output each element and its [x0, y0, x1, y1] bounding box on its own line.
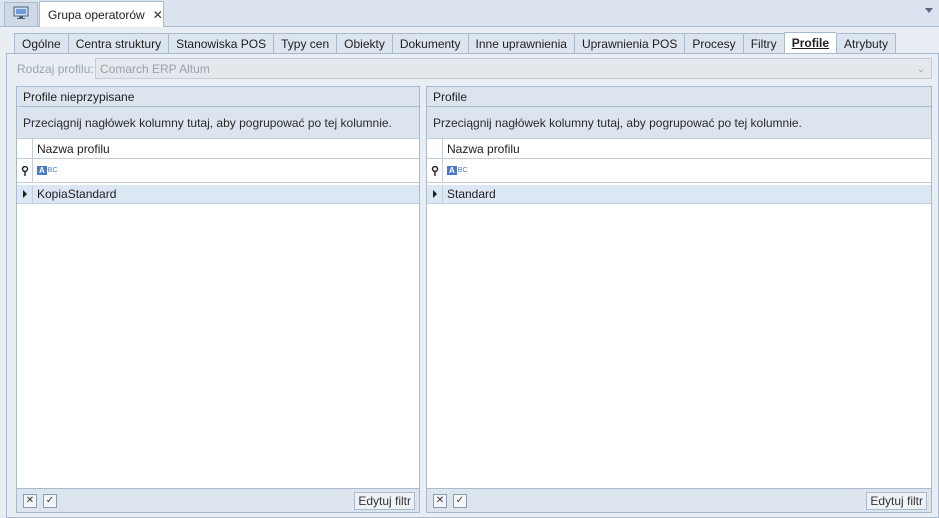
pin-icon	[427, 159, 443, 182]
column-header-row: Nazwa profilu	[427, 139, 931, 159]
table-row[interactable]: Standard	[427, 183, 931, 204]
tab-stanowiska-pos[interactable]: Stanowiska POS	[168, 33, 274, 54]
edit-filter-button[interactable]: Edytuj filtr	[354, 491, 415, 510]
tab-obiekty[interactable]: Obiekty	[336, 33, 392, 54]
tab-procesy[interactable]: Procesy	[684, 33, 743, 54]
main-panel: Ogólne Centra struktury Stanowiska POS T…	[6, 27, 939, 518]
tab-content-profile: Rodzaj profilu: Comarch ERP Altum ⌄ Prof…	[6, 53, 939, 518]
chevron-down-icon[interactable]	[925, 8, 933, 13]
row-indicator-header	[427, 139, 443, 158]
tab-bar: Ogólne Centra struktury Stanowiska POS T…	[14, 32, 897, 54]
chevron-down-icon: ⌄	[916, 64, 925, 75]
cell-nazwa-profilu: KopiaStandard	[37, 187, 117, 201]
doc-home-tab[interactable]	[4, 2, 38, 26]
clear-filter-button[interactable]: ✕	[23, 493, 37, 508]
pin-icon	[17, 159, 33, 182]
tab-dokumenty[interactable]: Dokumenty	[391, 33, 468, 54]
column-header-nazwa-profilu[interactable]: Nazwa profilu	[33, 142, 110, 156]
tab-uprawnienia-pos[interactable]: Uprawnienia POS	[573, 33, 685, 54]
group-header: Profile	[427, 87, 931, 107]
rodzaj-profilu-label: Rodzaj profilu:	[17, 62, 94, 76]
group-by-panel[interactable]: Przeciągnij nagłówek kolumny tutaj, aby …	[17, 107, 419, 139]
filter-footer: ✕ ✓ Edytuj filtr	[427, 488, 931, 512]
column-header-row: Nazwa profilu	[17, 139, 419, 159]
group-by-panel[interactable]: Przeciągnij nagłówek kolumny tutaj, aby …	[427, 107, 931, 139]
group-profile-nieprzypisane: Profile nieprzypisane Przeciągnij nagłów…	[16, 86, 420, 513]
auto-filter-row[interactable]: A BC	[427, 159, 931, 183]
group-profile: Profile Przeciągnij nagłówek kolumny tut…	[426, 86, 932, 513]
tab-profile[interactable]: Profile	[783, 32, 837, 54]
tab-atrybuty[interactable]: Atrybuty	[836, 33, 897, 54]
text-filter-icon: A BC	[447, 166, 468, 175]
row-arrow-icon	[17, 185, 33, 203]
edit-filter-button[interactable]: Edytuj filtr	[866, 491, 927, 510]
tab-filtry[interactable]: Filtry	[742, 33, 784, 54]
rodzaj-profilu-select[interactable]: Comarch ERP Altum ⌄	[95, 58, 932, 79]
column-header-nazwa-profilu[interactable]: Nazwa profilu	[443, 142, 520, 156]
monitor-icon	[13, 6, 29, 23]
tab-inne-uprawnienia[interactable]: Inne uprawnienia	[467, 33, 574, 54]
tab-typy-cen[interactable]: Typy cen	[273, 33, 337, 54]
table-row[interactable]: KopiaStandard	[17, 183, 419, 204]
tab-centra-struktury[interactable]: Centra struktury	[67, 33, 169, 54]
document-tab-strip: Grupa operatorów ✕	[0, 0, 939, 28]
filter-footer: ✕ ✓ Edytuj filtr	[17, 488, 419, 512]
doc-tab-title: Grupa operatorów	[48, 8, 145, 22]
clear-filter-button[interactable]: ✕	[433, 493, 447, 508]
close-icon[interactable]: ✕	[153, 8, 163, 22]
cell-nazwa-profilu: Standard	[447, 187, 496, 201]
rodzaj-profilu-value: Comarch ERP Altum	[100, 61, 210, 76]
filter-enable-checkbox[interactable]: ✓	[453, 493, 467, 508]
filter-enable-checkbox[interactable]: ✓	[43, 493, 57, 508]
auto-filter-row[interactable]: A BC	[17, 159, 419, 183]
tab-ogolne[interactable]: Ogólne	[14, 33, 68, 54]
row-arrow-icon	[427, 185, 443, 203]
group-header: Profile nieprzypisane	[17, 87, 419, 107]
row-indicator-header	[17, 139, 33, 158]
doc-tab-grupa-operatorow[interactable]: Grupa operatorów ✕	[39, 1, 164, 28]
text-filter-icon: A BC	[37, 166, 58, 175]
